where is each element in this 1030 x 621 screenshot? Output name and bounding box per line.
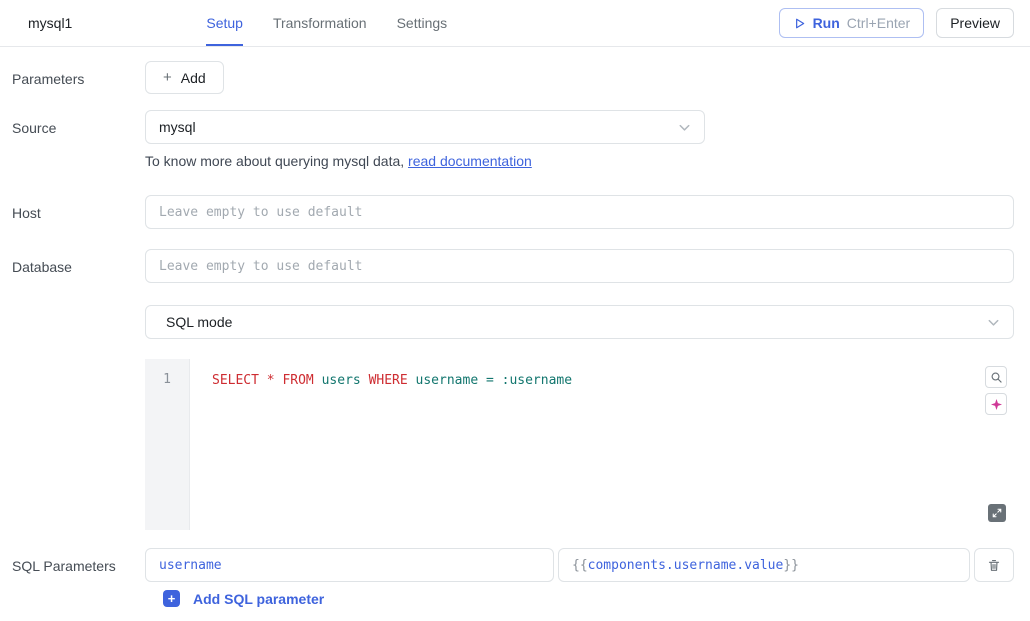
host-input[interactable] [145, 195, 1014, 229]
expand-icon [992, 508, 1002, 518]
query-setup-panel: Parameters + Add Source mysql To know mo… [0, 47, 1030, 607]
source-label: Source [0, 110, 145, 138]
sql-token: SELECT [212, 373, 259, 388]
value-expression: components.username.value [588, 558, 784, 573]
read-documentation-link[interactable]: read documentation [408, 153, 532, 169]
line-number: 1 [145, 372, 189, 387]
source-help-text: To know more about querying mysql data, … [145, 153, 1014, 169]
sql-token: username = :username [408, 373, 572, 388]
run-button[interactable]: Run Ctrl+Enter [779, 8, 925, 38]
source-row: Source mysql To know more about querying… [0, 110, 1030, 169]
add-sql-parameter-label: Add SQL parameter [193, 591, 324, 607]
run-shortcut: Ctrl+Enter [847, 15, 910, 31]
header-actions: Run Ctrl+Enter Preview [779, 8, 1014, 38]
sql-token [259, 373, 267, 388]
play-icon [793, 17, 806, 30]
search-button[interactable] [985, 366, 1007, 388]
host-row: Host [0, 195, 1030, 229]
tab-transformation[interactable]: Transformation [273, 0, 367, 46]
query-tabs: Setup Transformation Settings [206, 0, 447, 46]
sql-token: users [314, 373, 369, 388]
host-label: Host [0, 195, 145, 223]
source-select[interactable]: mysql [145, 110, 705, 144]
source-help-prefix: To know more about querying mysql data, [145, 153, 408, 169]
delete-parameter-button[interactable] [974, 548, 1014, 582]
database-row: Database [0, 249, 1030, 283]
sparkle-icon [990, 398, 1003, 411]
preview-button[interactable]: Preview [936, 8, 1014, 38]
sql-mode-select[interactable]: SQL mode [145, 305, 1014, 339]
add-sql-parameter-button[interactable]: + Add SQL parameter [163, 590, 324, 607]
chevron-down-icon [677, 120, 692, 135]
query-header: mysql1 Setup Transformation Settings Run… [0, 0, 1030, 47]
sql-token: WHERE [369, 373, 408, 388]
tab-settings[interactable]: Settings [397, 0, 448, 46]
sql-parameters-label: SQL Parameters [0, 548, 145, 576]
value-open-brace: {{ [572, 558, 588, 573]
value-close-brace: }} [783, 558, 799, 573]
sql-mode-row: SQL mode [0, 305, 1030, 339]
source-selected-value: mysql [159, 119, 196, 135]
ai-beautify-button[interactable] [985, 393, 1007, 415]
tab-setup[interactable]: Setup [206, 0, 243, 46]
editor-gutter: 1 [145, 359, 190, 530]
add-parameter-button[interactable]: + Add [145, 61, 224, 94]
code-editor-spacer [0, 359, 145, 367]
sql-mode-spacer [0, 305, 145, 313]
database-label: Database [0, 249, 145, 277]
editor-tools [985, 366, 1007, 415]
parameters-label: Parameters [0, 61, 145, 89]
run-label: Run [813, 15, 840, 31]
sql-parameter-key-input[interactable] [145, 548, 554, 582]
code-editor-row: 1 SELECT * FROM users WHERE username = :… [0, 359, 1030, 530]
query-title: mysql1 [28, 15, 72, 31]
trash-icon [987, 558, 1001, 573]
sql-parameters-row: SQL Parameters {{components.username.val… [0, 548, 1030, 607]
parameters-row: Parameters + Add [0, 61, 1030, 94]
plus-icon: + [163, 70, 172, 85]
sql-code-editor[interactable]: 1 SELECT * FROM users WHERE username = :… [145, 359, 1014, 530]
add-parameter-label: Add [181, 70, 206, 86]
expand-editor-button[interactable] [988, 504, 1006, 522]
chevron-down-icon [986, 315, 1001, 330]
sql-query-text[interactable]: SELECT * FROM users WHERE username = :us… [190, 359, 572, 530]
plus-square-icon: + [163, 590, 180, 607]
sql-parameter-value-input[interactable]: {{components.username.value}} [558, 548, 970, 582]
sql-parameter-item: {{components.username.value}} [145, 548, 1014, 582]
database-input[interactable] [145, 249, 1014, 283]
sql-mode-selected-value: SQL mode [166, 314, 232, 330]
search-icon [990, 371, 1003, 384]
sql-token: FROM [282, 373, 313, 388]
sql-token: * [267, 373, 275, 388]
